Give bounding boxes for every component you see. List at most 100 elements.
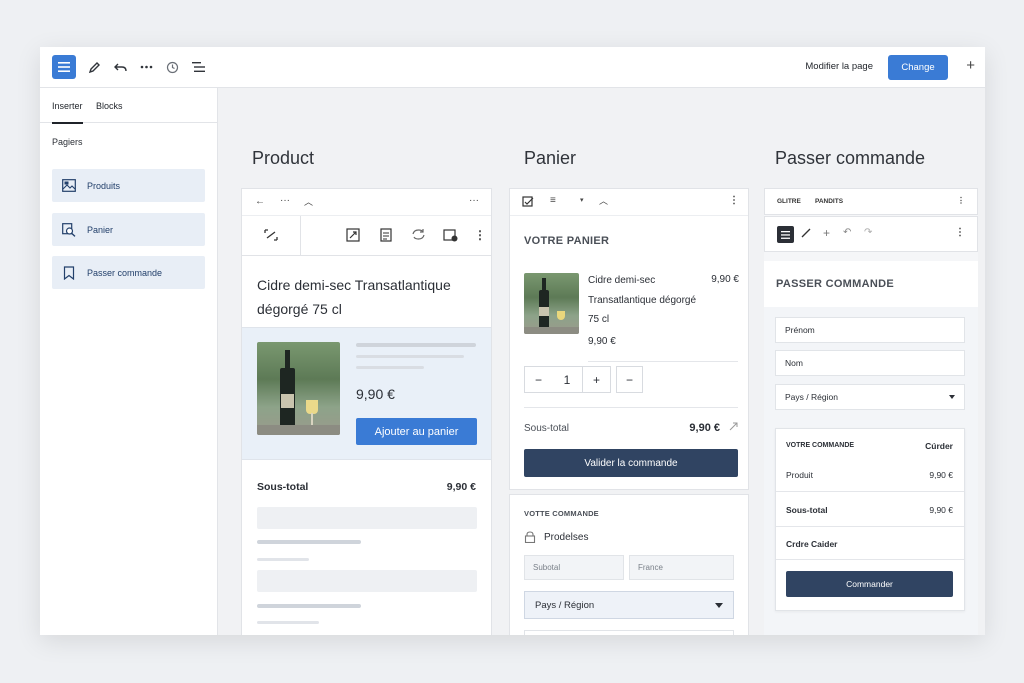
field-placeholder [257,507,477,529]
text-placeholder [356,366,424,369]
region-select-value: Pays / Région [535,599,595,611]
tab-inserter[interactable]: Inserter [52,101,83,124]
add-to-cart-button[interactable]: Ajouter au panier [356,418,477,445]
qty-decrease-button[interactable]: − [524,366,553,393]
product-preview: ← ··· ︿ ··· ⋮ Cidre demi-sec Transatlant… [241,188,492,635]
last-name-field[interactable]: Nom [775,350,965,376]
remove-item-button[interactable]: − [616,366,643,393]
checkout-column-title: Passer commande [775,148,926,168]
subtotal-value: 9,90 € [446,481,476,493]
sidebar-item-passer-commande[interactable]: Passer commande [52,256,205,289]
list-view-icon[interactable] [186,55,210,79]
transform-icon[interactable] [264,229,278,244]
edit-icon[interactable] [729,422,738,434]
cart-item-unit-price: 9,90 € [711,274,739,285]
region-select[interactable]: Pays / Région [524,591,734,619]
document-icon[interactable] [380,228,392,245]
sidebar-item-label: Panier [87,224,114,235]
image-icon [62,179,76,193]
undo-icon[interactable]: ↶ [843,227,851,238]
product-top-bar: ← ··· ︿ ··· [242,189,491,216]
back-arrow-icon[interactable]: ← [255,196,265,207]
cart-order-section: VOTTE COMMANDE Prodelses Subotal France … [509,494,749,635]
qty-value[interactable]: 1 [552,366,582,393]
cart-heading: VOTRE PANIER [524,235,610,247]
cart-edit-icon[interactable] [443,228,458,245]
chevron-down-icon[interactable]: ▾ [580,196,584,204]
order-heading: VOTTE COMMANDE [524,509,599,518]
more-icon[interactable]: ··· [280,195,290,206]
modify-page-link[interactable]: Modifier la page [805,61,873,72]
add-icon[interactable]: + [823,226,830,240]
tab-pandits[interactable]: PANDITS [815,198,843,205]
sidebar: Inserter Blocks Pagiers Produits Panier … [40,88,218,635]
summary-action[interactable]: Cúrder [925,441,953,451]
summary-subtotal-value: 9,90 € [929,505,953,515]
menu-icon[interactable] [777,226,794,243]
field-placeholder [257,570,477,592]
validate-order-button[interactable]: Valider la commande [524,449,738,477]
kebab-menu-icon[interactable]: ⋮ [957,196,965,205]
subtotal-input[interactable]: Subotal [524,555,624,580]
sidebar-item-label: Passer commande [87,267,163,278]
divider [776,559,964,560]
pencil-icon[interactable] [801,228,811,241]
country-input[interactable]: France [629,555,734,580]
divider [776,526,964,527]
history-icon[interactable] [160,55,184,79]
first-name-field[interactable]: Prénom [775,317,965,343]
product-name: Cidre demi-sec Transatlantique dégorgé 7… [257,277,451,317]
sidebar-tabs: Inserter Blocks [40,88,218,124]
editor-window: Modifier la page Change + Inserter Block… [40,47,985,635]
text-placeholder [356,343,476,347]
order-label: Crdre Caider [786,539,838,549]
summary-title: VOTRE COMMANDE [786,442,855,449]
checkout-heading: PASSER COMMANDE [776,278,894,290]
sidebar-item-panier[interactable]: Panier [52,213,205,246]
kebab-menu-icon[interactable]: ⋮ [955,227,965,238]
tab-blocks[interactable]: Blocks [96,101,123,111]
region-select-value: Pays / Région [785,392,838,402]
align-icon[interactable]: ≡ [550,195,556,206]
product-card: 9,90 € Ajouter au panier [242,327,491,460]
menu-icon[interactable] [52,55,76,79]
cart-block-icon[interactable] [522,196,534,211]
cart-preview: ≡ ▾ ︿ ⋮ VOTRE PANIER Cidre demi-sec Tran… [509,188,749,490]
kebab-menu-icon[interactable]: ⋮ [729,195,739,206]
add-icon[interactable]: + [966,57,975,74]
redo-icon[interactable]: ↷ [864,227,872,238]
text-placeholder [257,604,361,608]
region-select[interactable]: Pays / Région [775,384,965,410]
product-price: 9,90 € [356,386,395,402]
toolbar-divider [300,216,301,256]
chevron-up-icon[interactable]: ︿ [599,194,608,207]
cart-item-name: Cidre demi-sec Transatlantique dégorgé 7… [588,275,697,325]
cart-item-image [524,273,579,334]
sidebar-item-label: Produits [87,180,121,191]
kebab-menu-icon[interactable]: ⋮ [474,228,486,242]
sync-icon[interactable] [411,228,426,244]
cart-subtotal-label: Sous-total [524,423,570,434]
cart-item-price: 9,90 € [588,336,616,347]
tab-glitre[interactable]: GLITRE [777,198,801,205]
chevron-up-icon[interactable]: ︿ [304,195,313,208]
qty-increase-button[interactable]: + [582,366,611,393]
chevron-down-icon [715,603,723,608]
change-button[interactable]: Change [888,55,948,80]
sidebar-item-produits[interactable]: Produits [52,169,205,202]
product-label: Produit [786,470,813,480]
text-placeholder [356,355,464,358]
checkout-preview: GLITRE PANDITS ⋮ + ↶ ↷ ⋮ PASSER COMMANDE… [764,188,978,635]
edit-image-icon[interactable] [346,228,360,245]
undo-icon[interactable] [108,55,132,79]
text-placeholder [257,621,319,624]
bookmark-icon [62,265,76,280]
options-icon[interactable]: ··· [469,195,479,206]
checkout-tab-bar: GLITRE PANDITS ⋮ [764,188,978,215]
pencil-icon[interactable] [82,55,106,79]
sidebar-section-label: Pagiers [52,137,83,147]
top-toolbar: Modifier la page Change + [40,47,985,88]
order-button[interactable]: Commander [786,571,953,597]
more-icon[interactable] [134,55,158,79]
divider [524,407,738,408]
